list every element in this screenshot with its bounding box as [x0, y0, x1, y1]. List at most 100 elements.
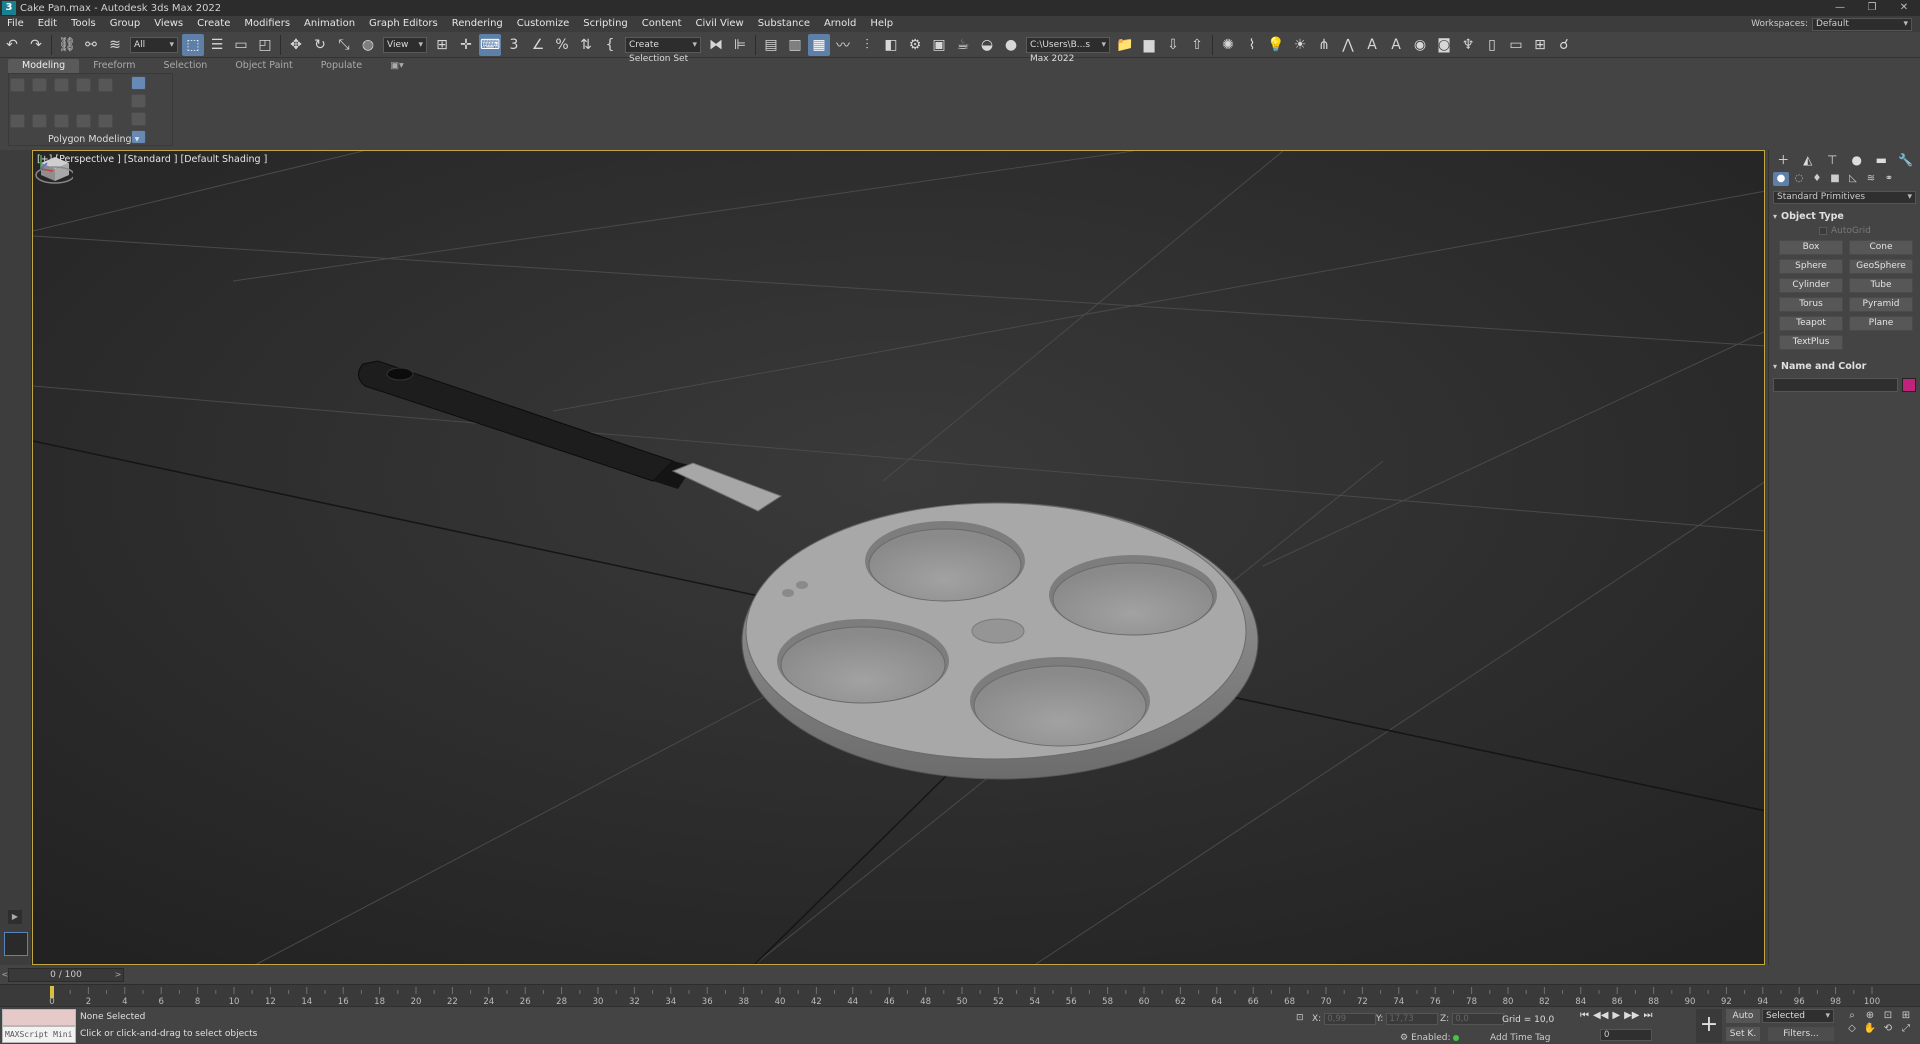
fov-icon[interactable]: ◇ [1844, 1023, 1860, 1034]
link-icon[interactable]: ⛓ [56, 34, 78, 56]
display-tab-icon[interactable]: ▬ [1872, 152, 1890, 168]
systems-icon[interactable]: ⚭ [1881, 172, 1897, 186]
key-filter-select[interactable]: Selected [1762, 1009, 1834, 1023]
degradation-icon[interactable]: ⚙ [1400, 1033, 1408, 1043]
orbit-icon[interactable]: ⟲ [1880, 1023, 1896, 1034]
render-production-icon[interactable]: ☕ [952, 34, 974, 56]
tab-object-paint[interactable]: Object Paint [221, 59, 306, 73]
menu-file[interactable]: File [0, 16, 31, 32]
menu-views[interactable]: Views [147, 16, 190, 32]
set-key-button[interactable]: Set K. [1726, 1027, 1760, 1041]
menu-scripting[interactable]: Scripting [576, 16, 634, 32]
teapot-button[interactable]: Teapot [1779, 316, 1843, 331]
named-selection-dropdown[interactable]: Create Selection Set [625, 36, 701, 64]
material-editor-icon[interactable]: ◧ [880, 34, 902, 56]
tab-modeling[interactable]: Modeling [8, 59, 80, 73]
lights-icon[interactable]: ♦ [1809, 172, 1825, 186]
edge-mode-icon[interactable] [32, 78, 47, 92]
menu-help[interactable]: Help [863, 16, 900, 32]
keyboard-shortcut-override-icon[interactable]: ⌨ [479, 33, 501, 56]
pyramid-button[interactable]: Pyramid [1849, 297, 1913, 312]
polygon-mode-icon[interactable] [76, 78, 91, 92]
spinner-snap-icon[interactable]: ⇅ [575, 34, 597, 56]
ignore-backfacing-icon[interactable] [54, 114, 69, 128]
cone-button[interactable]: Cone [1849, 240, 1913, 255]
primitive-category-dropdown[interactable]: Standard Primitives [1773, 191, 1916, 204]
next-frame-arrow-icon[interactable]: > [113, 968, 123, 982]
text-icon[interactable]: A [1361, 34, 1383, 56]
selection-filter-dropdown[interactable]: All [130, 36, 178, 53]
render-setup-icon[interactable]: ⚙ [904, 34, 926, 56]
hierarchy-tab-icon[interactable]: ⊤ [1823, 152, 1841, 168]
modify-mode-icon[interactable] [10, 114, 25, 128]
lamp-icon[interactable]: ♆ [1457, 34, 1479, 56]
environment-icon[interactable]: ◉ [1409, 34, 1431, 56]
zoom-icon[interactable]: ⌕ [1844, 1010, 1860, 1021]
tab-freeform[interactable]: Freeform [79, 59, 149, 73]
import-icon[interactable]: ⇩ [1162, 34, 1184, 56]
y-coord-field[interactable]: 17,73 [1386, 1013, 1439, 1025]
menu-rendering[interactable]: Rendering [445, 16, 510, 32]
bind-space-warp-icon[interactable]: ≋ [104, 34, 126, 56]
select-object-icon[interactable]: ⬚ [182, 33, 204, 56]
menu-create[interactable]: Create [190, 16, 237, 32]
auto-key-button[interactable]: Auto [1726, 1009, 1760, 1023]
tab-selection[interactable]: Selection [150, 59, 222, 73]
minimize-button[interactable]: — [1824, 0, 1856, 16]
preserve-uvs-icon[interactable] [32, 114, 47, 128]
expand-layout-icon[interactable]: ▶ [8, 910, 22, 924]
menu-content[interactable]: Content [635, 16, 689, 32]
autogrid-checkbox[interactable] [1819, 227, 1827, 235]
textplus-button[interactable]: TextPlus [1779, 335, 1843, 350]
track-bar[interactable]: 0 2 4 6 8 10 12 14 16 18 20 22 24 26 28 30 32 34 36 38 40 42 4… [0, 984, 1920, 1007]
a360-render-icon[interactable]: ● [1000, 34, 1022, 56]
enabled-indicator[interactable] [1453, 1035, 1460, 1041]
repeat-last-icon[interactable] [76, 114, 91, 128]
object-color-swatch[interactable] [1902, 378, 1916, 392]
render-iteration-icon[interactable]: ◒ [976, 34, 998, 56]
maximize-viewport-icon[interactable]: ⤢ [1898, 1023, 1914, 1034]
show-cage-icon[interactable] [131, 76, 146, 90]
utilities-tab-icon[interactable]: 🔧 [1897, 152, 1915, 168]
maxscript-listener[interactable]: MAXScript Mini [2, 1009, 76, 1043]
space-warp-icon[interactable]: ⌇ [1241, 34, 1263, 56]
modify-tab-icon[interactable]: ◭ [1799, 152, 1817, 168]
previous-frame-icon[interactable]: ◀◀ [1593, 1010, 1608, 1021]
current-frame-field[interactable]: 0 [1600, 1029, 1652, 1041]
dynamics-icon[interactable]: A [1385, 34, 1407, 56]
sun-icon[interactable]: ☀ [1289, 34, 1311, 56]
viewport-config-icon[interactable]: ▭ [1505, 34, 1527, 56]
ribbon-panel-label[interactable]: Polygon Modeling ▾ [48, 134, 139, 145]
z-coord-field[interactable]: 0,0 [1452, 1013, 1505, 1025]
rectangular-selection-icon[interactable]: ▭ [230, 34, 252, 56]
ribbon-options-icon[interactable]: ▣▾ [376, 59, 418, 73]
open-explorer-icon[interactable]: 📁 [1114, 34, 1136, 56]
particle-icon[interactable]: ✺ [1217, 34, 1239, 56]
restore-button[interactable]: ❐ [1856, 0, 1888, 16]
rotate-icon[interactable]: ↻ [309, 34, 331, 56]
zoom-extents-icon[interactable]: ⊡ [1880, 1010, 1896, 1021]
move-icon[interactable]: ✥ [285, 34, 307, 56]
redo-icon[interactable]: ↷ [25, 34, 47, 56]
helpers-icon[interactable]: ◺ [1845, 172, 1861, 186]
vertex-mode-icon[interactable] [10, 78, 25, 92]
workspace-select[interactable]: Default [1812, 17, 1912, 31]
close-button[interactable]: ✕ [1888, 0, 1920, 16]
menu-arnold[interactable]: Arnold [817, 16, 863, 32]
border-mode-icon[interactable] [54, 78, 69, 92]
cake-pan[interactable] [741, 502, 1259, 780]
rendering-mode-icon[interactable]: ◙ [1433, 34, 1455, 56]
motion-tab-icon[interactable]: ● [1848, 152, 1866, 168]
use-displace-icon[interactable] [98, 114, 113, 128]
percent-snap-icon[interactable]: % [551, 34, 573, 56]
shape-icon[interactable]: ⋀ [1337, 34, 1359, 56]
geosphere-button[interactable]: GeoSphere [1849, 259, 1913, 274]
add-time-tag[interactable]: Add Time Tag [1490, 1033, 1550, 1043]
tube-button[interactable]: Tube [1849, 278, 1913, 293]
align-icon[interactable]: ⊫ [729, 34, 751, 56]
edit-named-selection-icon[interactable]: { [599, 34, 621, 56]
create-tab-icon[interactable]: ＋ [1774, 152, 1792, 168]
sphere-button[interactable]: Sphere [1779, 259, 1843, 274]
toggle-ribbon-icon[interactable]: ▥ [784, 34, 806, 56]
save-icon[interactable]: ▆ [1138, 34, 1160, 56]
